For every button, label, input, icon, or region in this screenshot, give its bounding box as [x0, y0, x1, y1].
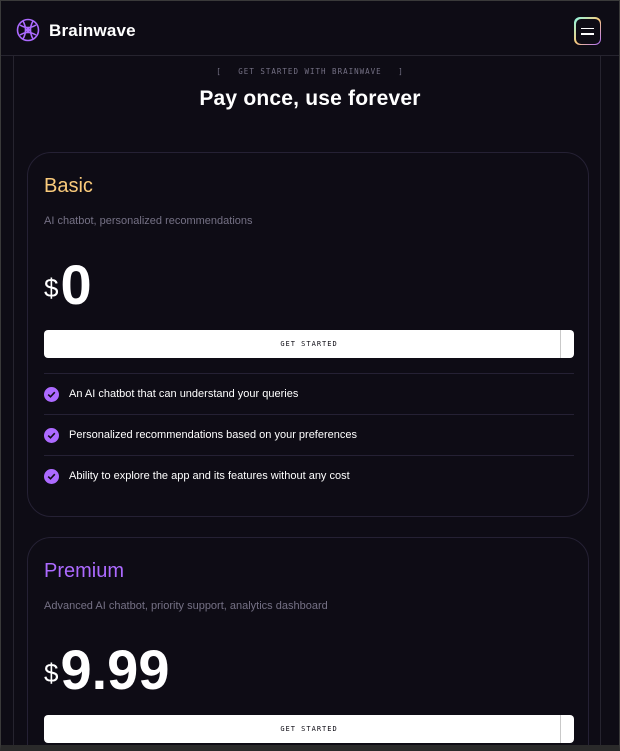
- menu-button[interactable]: [574, 17, 601, 45]
- get-started-button[interactable]: GET STARTED: [44, 330, 574, 358]
- feature-list: An AI chatbot that can understand your q…: [44, 373, 574, 496]
- check-icon: [44, 468, 59, 484]
- site-header: Brainwave: [1, 1, 619, 56]
- section-title: Pay once, use forever: [199, 87, 421, 110]
- brand-name[interactable]: Brainwave: [49, 21, 136, 41]
- plan-name: Basic: [44, 175, 93, 197]
- plan-price: $ 9.99: [44, 640, 169, 700]
- plan-name: Premium: [44, 560, 125, 582]
- check-icon: [44, 427, 59, 443]
- get-started-button[interactable]: GET STARTED: [44, 715, 574, 743]
- price-amount: 9.99: [60, 638, 170, 701]
- section-eyebrow: [ GET STARTED WITH BRAINWAVE ]: [216, 67, 404, 76]
- plan-description: Advanced AI chatbot, priority support, a…: [44, 600, 328, 612]
- check-icon: [44, 386, 59, 402]
- plan-description: AI chatbot, personalized recommendations: [44, 215, 253, 227]
- currency-symbol: $: [44, 273, 59, 303]
- menu-icon: [575, 18, 600, 44]
- feature-item: Ability to explore the app and its featu…: [44, 455, 574, 496]
- button-notch: [560, 330, 574, 358]
- pricing-card-premium: Premium Advanced AI chatbot, priority su…: [27, 537, 589, 751]
- pricing-card-basic: Basic AI chatbot, personalized recommend…: [27, 152, 589, 517]
- currency-symbol: $: [44, 658, 59, 688]
- guide-line-right: [600, 56, 601, 751]
- feature-item: An AI chatbot that can understand your q…: [44, 373, 574, 414]
- plan-price: $ 0: [44, 255, 92, 315]
- button-notch: [560, 715, 574, 743]
- brainwave-logo-icon[interactable]: [15, 17, 41, 43]
- guide-line-left: [13, 56, 14, 751]
- feature-item: Personalized recommendations based on yo…: [44, 414, 574, 455]
- price-amount: 0: [60, 253, 92, 316]
